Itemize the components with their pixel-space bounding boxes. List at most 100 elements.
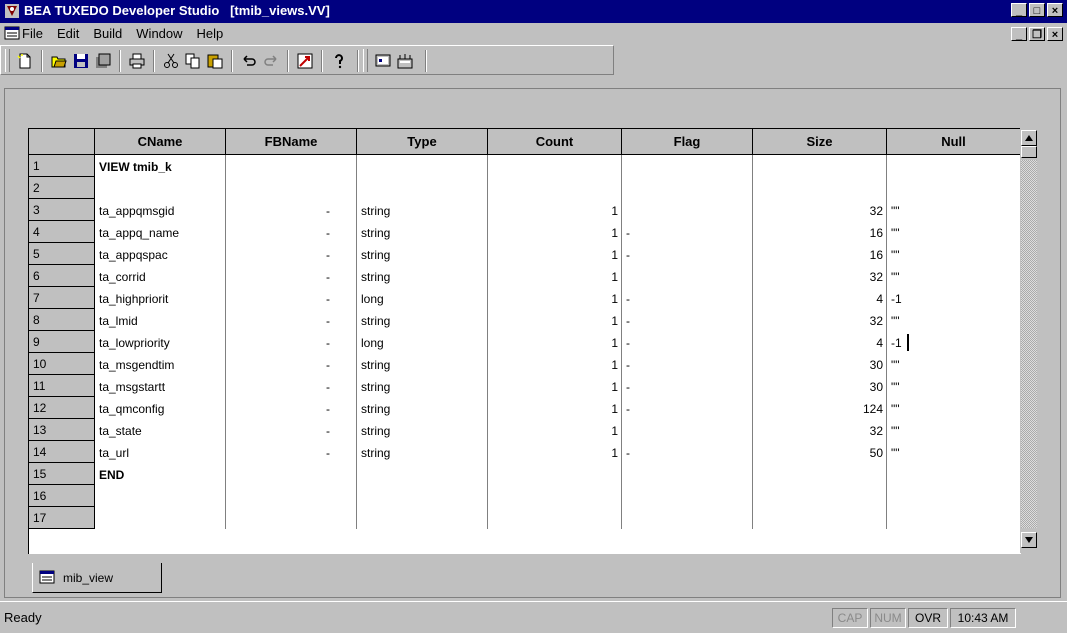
grid-cell-size[interactable]: 30 <box>753 375 887 397</box>
grid-cell-size[interactable]: 32 <box>753 419 887 441</box>
grid-corner-cell[interactable] <box>29 129 95 155</box>
grid-cell-type[interactable] <box>357 155 488 177</box>
doc-minimize-button[interactable]: _ <box>1011 27 1027 41</box>
grid-cell-count[interactable]: 1 <box>488 221 622 243</box>
grid-cell-null[interactable]: "" <box>887 419 1021 441</box>
col-header-size[interactable]: Size <box>753 129 887 155</box>
grid-cell-fbname[interactable]: - <box>226 397 357 419</box>
grid-cell-fbname[interactable]: - <box>226 419 357 441</box>
col-header-cname[interactable]: CName <box>95 129 226 155</box>
grid-cell-type[interactable]: string <box>357 375 488 397</box>
new-icon[interactable] <box>15 51 35 71</box>
grid-cell-cname[interactable]: ta_url <box>95 441 226 463</box>
col-header-flag[interactable]: Flag <box>622 129 753 155</box>
row-header[interactable]: 13 <box>29 419 95 441</box>
grid-cell-type[interactable]: long <box>357 287 488 309</box>
grid-cell-type[interactable]: string <box>357 199 488 221</box>
maximize-button[interactable]: □ <box>1029 3 1045 17</box>
grid-cell-cname[interactable]: ta_appq_name <box>95 221 226 243</box>
grid-cell-size[interactable] <box>753 177 887 199</box>
grid-cell-cname[interactable] <box>95 485 226 507</box>
grid-cell-null[interactable]: "" <box>887 221 1021 243</box>
grid-cell-type[interactable]: string <box>357 397 488 419</box>
save-icon[interactable] <box>71 51 91 71</box>
row-header[interactable]: 15 <box>29 463 95 485</box>
cut-icon[interactable] <box>161 51 181 71</box>
grid-cell-type[interactable]: string <box>357 309 488 331</box>
grid-cell-fbname[interactable]: - <box>226 309 357 331</box>
grid-cell-cname[interactable]: ta_highpriorit <box>95 287 226 309</box>
grid-cell-fbname[interactable]: - <box>226 331 357 353</box>
grid-cell-flag[interactable]: - <box>622 397 753 419</box>
grid-cell-type[interactable] <box>357 507 488 529</box>
col-header-count[interactable]: Count <box>488 129 622 155</box>
grid-cell-null[interactable]: "" <box>887 243 1021 265</box>
grid-cell-type[interactable]: long <box>357 331 488 353</box>
grid-cell-count[interactable]: 1 <box>488 309 622 331</box>
row-header[interactable]: 14 <box>29 441 95 463</box>
grid-cell-fbname[interactable]: - <box>226 265 357 287</box>
scroll-down-button[interactable] <box>1021 532 1037 548</box>
grid-cell-size[interactable] <box>753 507 887 529</box>
grid-cell-count[interactable] <box>488 463 622 485</box>
row-header[interactable]: 11 <box>29 375 95 397</box>
row-header[interactable]: 9 <box>29 331 95 353</box>
view-icon[interactable] <box>373 51 393 71</box>
grid-cell-null[interactable]: "" <box>887 397 1021 419</box>
grid-cell-type[interactable]: string <box>357 265 488 287</box>
row-header[interactable]: 3 <box>29 199 95 221</box>
grid-cell-count[interactable] <box>488 485 622 507</box>
grid-cell-size[interactable]: 16 <box>753 221 887 243</box>
grid-cell-flag[interactable] <box>622 419 753 441</box>
doc-close-button[interactable]: × <box>1047 27 1063 41</box>
grid-cell-count[interactable]: 1 <box>488 375 622 397</box>
grid-cell-size[interactable]: 32 <box>753 265 887 287</box>
grid-cell-size[interactable]: 4 <box>753 331 887 353</box>
grid-cell-cname[interactable]: ta_lmid <box>95 309 226 331</box>
grid-cell-type[interactable] <box>357 177 488 199</box>
save-all-icon[interactable] <box>93 51 113 71</box>
config-icon[interactable] <box>395 51 415 71</box>
grid-cell-count[interactable]: 1 <box>488 287 622 309</box>
grid-cell-flag[interactable]: - <box>622 353 753 375</box>
row-header[interactable]: 2 <box>29 177 95 199</box>
grid-cell-fbname[interactable]: - <box>226 243 357 265</box>
scroll-up-button[interactable] <box>1021 130 1037 146</box>
tab-mib-view[interactable]: mib_view <box>32 563 162 593</box>
grid-cell-type[interactable]: string <box>357 419 488 441</box>
grid-cell-size[interactable]: 32 <box>753 309 887 331</box>
grid-cell-count[interactable]: 1 <box>488 199 622 221</box>
grid-cell-null[interactable] <box>887 485 1021 507</box>
doc-restore-button[interactable]: ❐ <box>1029 27 1045 41</box>
grid-cell-type[interactable]: string <box>357 243 488 265</box>
grid-cell-cname[interactable]: ta_appqmsgid <box>95 199 226 221</box>
grid-cell-null[interactable]: "" <box>887 199 1021 221</box>
grid-cell-fbname[interactable]: - <box>226 441 357 463</box>
grid-cell-count[interactable]: 1 <box>488 243 622 265</box>
grid-cell-fbname[interactable]: - <box>226 221 357 243</box>
print-icon[interactable] <box>127 51 147 71</box>
grid-cell-flag[interactable]: - <box>622 441 753 463</box>
grid-cell-cname[interactable]: ta_appqspac <box>95 243 226 265</box>
row-header[interactable]: 17 <box>29 507 95 529</box>
grid-cell-flag[interactable] <box>622 155 753 177</box>
grid-cell-size[interactable]: 32 <box>753 199 887 221</box>
grid-cell-flag[interactable]: - <box>622 221 753 243</box>
undo-icon[interactable] <box>239 51 259 71</box>
row-header[interactable]: 1 <box>29 155 95 177</box>
grid-cell-count[interactable]: 1 <box>488 419 622 441</box>
toolbar-grip[interactable] <box>5 49 10 72</box>
col-header-fbname[interactable]: FBName <box>226 129 357 155</box>
grid-cell-flag[interactable]: - <box>622 331 753 353</box>
grid-cell-null[interactable]: "" <box>887 353 1021 375</box>
row-header[interactable]: 8 <box>29 309 95 331</box>
grid-cell-count[interactable]: 1 <box>488 397 622 419</box>
grid-cell-cname[interactable] <box>95 507 226 529</box>
grid-cell-fbname[interactable] <box>226 177 357 199</box>
menu-window[interactable]: Window <box>136 26 182 41</box>
grid-cell-size[interactable] <box>753 463 887 485</box>
grid-cell-fbname[interactable]: - <box>226 353 357 375</box>
grid-cell-flag[interactable]: - <box>622 309 753 331</box>
grid-cell-type[interactable] <box>357 485 488 507</box>
grid-cell-count[interactable] <box>488 177 622 199</box>
